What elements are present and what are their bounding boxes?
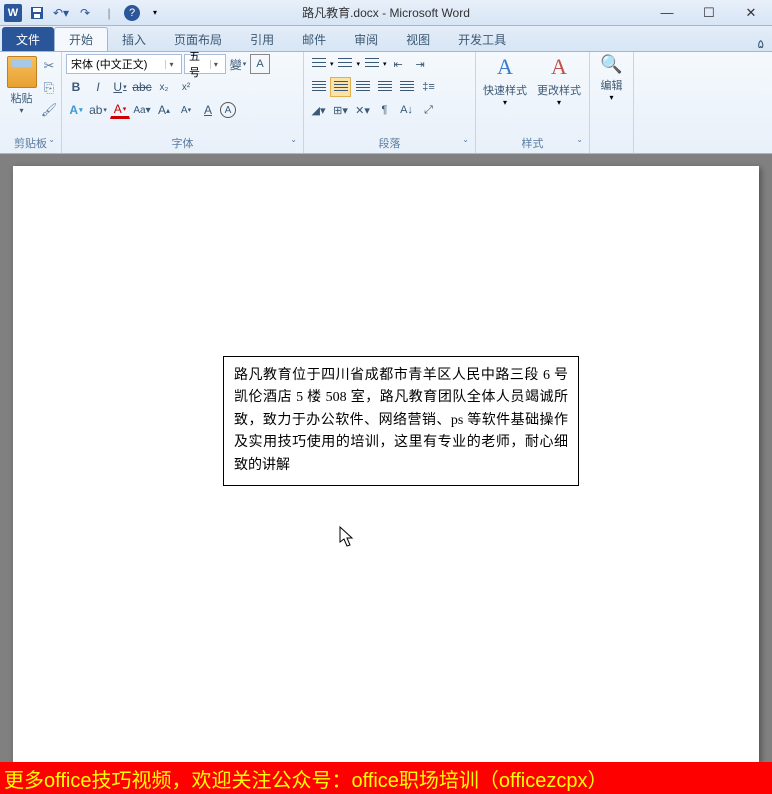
group-font: 宋体 (中文正文)▾ 五号▾ 變 A B I U abc x₂ x² A ab … xyxy=(62,52,304,153)
align-left-icon[interactable] xyxy=(308,77,329,97)
align-right-icon[interactable] xyxy=(352,77,373,97)
qat-dropdown-icon[interactable]: ▾ xyxy=(146,4,164,22)
group-editing: 🔍 编辑 ▾ . xyxy=(590,52,634,153)
font-name-combo[interactable]: 宋体 (中文正文)▾ xyxy=(66,54,182,74)
quick-styles-button[interactable]: A 快速样式 ▾ xyxy=(480,54,530,107)
group-paragraph-label: 段落 xyxy=(308,133,471,153)
group-styles-label: 样式 xyxy=(480,133,585,153)
bold-icon[interactable]: B xyxy=(66,77,86,97)
distribute-icon[interactable] xyxy=(396,77,417,97)
document-page[interactable]: 路凡教育位于四川省成都市青羊区人民中路三段 6 号凯伦酒店 5 楼 508 室，… xyxy=(13,166,759,762)
footer-banner: 更多office技巧视频，欢迎关注公众号：office职场培训（officezc… xyxy=(0,762,772,794)
line-spacing-icon[interactable]: ‡≡ xyxy=(418,77,439,97)
change-styles-icon: A xyxy=(551,54,567,80)
group-paragraph: ▾ ▾ ▾ ⇤ ⇥ ‡≡ ◢▾ ⊞▾ ✕▾ ¶ A↓ ⤢ xyxy=(304,52,476,153)
shading-icon[interactable]: ◢▾ xyxy=(308,100,329,120)
tab-references[interactable]: 引用 xyxy=(236,27,288,51)
decrease-indent-icon[interactable]: ⇤ xyxy=(388,54,409,74)
increase-indent-icon[interactable]: ⇥ xyxy=(410,54,431,74)
quick-access-toolbar: W ↶▾ ↷ | ? ▾ xyxy=(0,4,164,22)
tab-mailings[interactable]: 邮件 xyxy=(288,27,340,51)
text-box[interactable]: 路凡教育位于四川省成都市青羊区人民中路三段 6 号凯伦酒店 5 楼 508 室，… xyxy=(223,356,579,486)
title-bar: W ↶▾ ↷ | ? ▾ 路凡教育.docx - Microsoft Word … xyxy=(0,0,772,26)
tab-file[interactable]: 文件 xyxy=(2,27,54,51)
tab-view[interactable]: 视图 xyxy=(392,27,444,51)
document-area[interactable]: 路凡教育位于四川省成都市青羊区人民中路三段 6 号凯伦酒店 5 楼 508 室，… xyxy=(0,154,772,762)
char-shading-icon[interactable]: Aa▾ xyxy=(132,100,152,120)
qat-separator: | xyxy=(100,4,118,22)
superscript-icon[interactable]: x² xyxy=(176,77,196,97)
window-title: 路凡教育.docx - Microsoft Word xyxy=(302,4,470,21)
tab-developer[interactable]: 开发工具 xyxy=(444,27,520,51)
cut-icon[interactable]: ✂ xyxy=(41,58,57,74)
paste-button[interactable]: 粘贴 ▾ xyxy=(4,54,39,115)
strikethrough-icon[interactable]: abc xyxy=(132,77,152,97)
minimize-button[interactable]: — xyxy=(646,0,688,26)
font-color-icon[interactable]: A xyxy=(110,102,130,119)
tab-insert[interactable]: 插入 xyxy=(108,27,160,51)
multilevel-list-icon[interactable] xyxy=(361,54,382,74)
sort-icon[interactable]: ✕▾ xyxy=(352,100,373,120)
copy-icon[interactable]: ⎘ xyxy=(41,80,57,96)
grow-font-icon[interactable]: A▴ xyxy=(154,100,174,120)
para-settings-icon[interactable]: ⤢ xyxy=(418,100,439,120)
binoculars-icon: 🔍 xyxy=(600,54,622,75)
undo-icon[interactable]: ↶▾ xyxy=(52,4,70,22)
paste-icon xyxy=(7,56,37,88)
tab-home[interactable]: 开始 xyxy=(54,27,108,51)
paste-label: 粘贴 xyxy=(11,90,33,106)
tab-review[interactable]: 审阅 xyxy=(340,27,392,51)
clear-formatting-icon[interactable]: A xyxy=(198,100,218,120)
redo-icon[interactable]: ↷ xyxy=(76,4,94,22)
font-size-combo[interactable]: 五号▾ xyxy=(184,54,226,74)
borders-icon[interactable]: ⊞▾ xyxy=(330,100,351,120)
close-button[interactable]: ✕ xyxy=(730,0,772,26)
numbering-icon[interactable] xyxy=(335,54,356,74)
word-app-icon[interactable]: W xyxy=(4,4,22,22)
justify-icon[interactable] xyxy=(374,77,395,97)
maximize-button[interactable]: ☐ xyxy=(688,0,730,26)
subscript-icon[interactable]: x₂ xyxy=(154,77,174,97)
show-marks-icon[interactable]: ¶ xyxy=(374,100,395,120)
char-border-icon[interactable]: A xyxy=(250,54,270,74)
asian-layout-icon[interactable]: A↓ xyxy=(396,100,417,120)
change-styles-button[interactable]: A 更改样式 ▾ xyxy=(534,54,584,107)
ribbon: 粘贴 ▾ ✂ ⎘ 🖌 剪贴板 宋体 (中文正文)▾ 五号▾ 變 A B I U xyxy=(0,52,772,154)
collapse-ribbon-icon[interactable]: ۵ xyxy=(750,37,772,51)
text-effects-icon[interactable]: A xyxy=(66,100,86,120)
quick-styles-icon: A xyxy=(497,54,513,80)
italic-icon[interactable]: I xyxy=(88,77,108,97)
ribbon-tabs: 文件 开始 插入 页面布局 引用 邮件 审阅 视图 开发工具 ۵ xyxy=(0,26,772,52)
help-icon[interactable]: ? xyxy=(124,5,140,21)
bullets-icon[interactable] xyxy=(308,54,329,74)
shrink-font-icon[interactable]: A▾ xyxy=(176,100,196,120)
group-clipboard-label: 剪贴板 xyxy=(4,133,57,153)
align-center-icon[interactable] xyxy=(330,77,351,97)
enclose-char-icon[interactable]: A xyxy=(220,102,236,118)
mouse-cursor-icon xyxy=(339,526,355,554)
phonetic-guide-icon[interactable]: 變 xyxy=(228,54,248,74)
group-font-label: 字体 xyxy=(66,133,299,153)
window-controls: — ☐ ✕ xyxy=(646,0,772,26)
highlight-icon[interactable]: ab xyxy=(88,100,108,120)
format-painter-icon[interactable]: 🖌 xyxy=(41,102,57,118)
save-icon[interactable] xyxy=(28,4,46,22)
group-styles: A 快速样式 ▾ A 更改样式 ▾ 样式 xyxy=(476,52,590,153)
find-button[interactable]: 🔍 编辑 ▾ xyxy=(594,54,629,102)
group-clipboard: 粘贴 ▾ ✂ ⎘ 🖌 剪贴板 xyxy=(0,52,62,153)
underline-icon[interactable]: U xyxy=(110,77,130,97)
